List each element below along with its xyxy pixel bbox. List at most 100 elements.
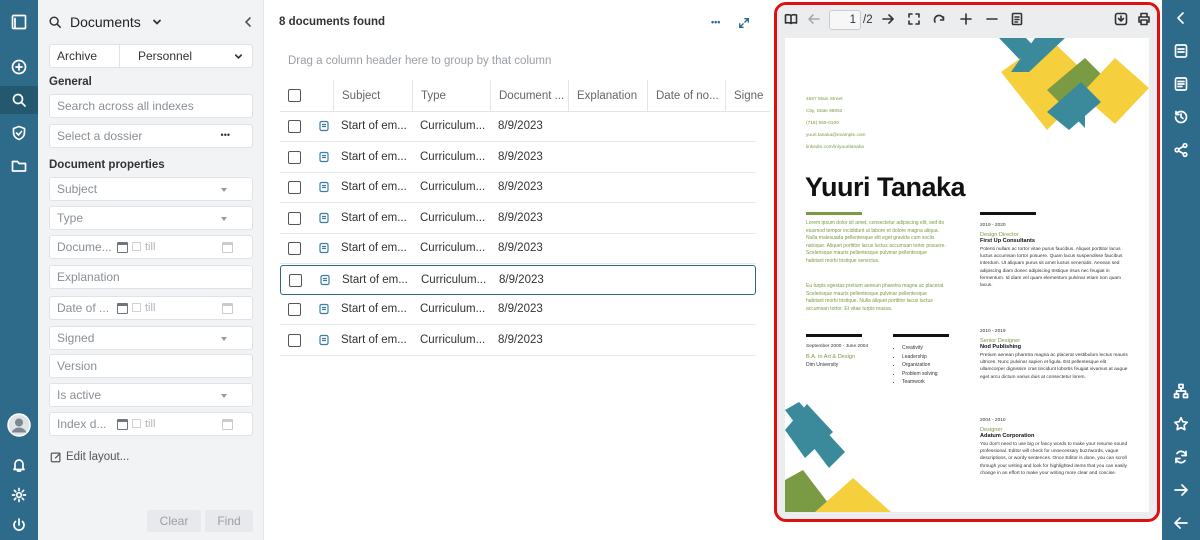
table-row[interactable]: Start of em... Curriculum... 8/9/2023 — [280, 264, 756, 295]
dossier-field[interactable]: Select a dossier ••• — [49, 124, 253, 148]
calendar-icon[interactable] — [222, 242, 233, 253]
skill-item: Problem solving — [902, 370, 938, 379]
next-page-icon[interactable] — [881, 12, 895, 26]
history-icon[interactable] — [1162, 103, 1200, 131]
search-icon[interactable] — [0, 86, 38, 114]
star-icon[interactable] — [1162, 410, 1200, 438]
book-icon[interactable] — [784, 12, 798, 26]
refresh-icon[interactable] — [1162, 443, 1200, 471]
arrow-left-icon[interactable] — [1162, 509, 1200, 537]
checkbox[interactable] — [132, 303, 141, 312]
job-dates: 2019 - 2020 — [980, 223, 1006, 228]
row-checkbox[interactable] — [288, 120, 301, 133]
table-row[interactable]: Start of em... Curriculum... 8/9/2023 — [280, 295, 756, 325]
checkbox[interactable] — [132, 419, 141, 428]
row-checkbox[interactable] — [288, 150, 301, 164]
table-row[interactable]: Start of em... Curriculum... 8/9/2023 — [280, 112, 756, 142]
collapse-panel-icon[interactable] — [242, 16, 254, 28]
column-header-document-date[interactable]: Document ... — [491, 80, 569, 112]
avatar[interactable] — [0, 411, 38, 439]
share-icon[interactable] — [1162, 136, 1200, 164]
chevron-left-icon[interactable] — [1162, 4, 1200, 32]
till-label: till — [145, 302, 156, 314]
column-header-date-of[interactable]: Date of no... — [648, 80, 726, 112]
calendar-icon[interactable] — [117, 303, 128, 314]
zoom-out-icon[interactable] — [985, 12, 999, 26]
skill-item: Teamwork — [902, 378, 938, 387]
document-date-range[interactable]: Docume... till — [49, 235, 253, 259]
panel-header: Documents — [48, 10, 254, 34]
add-icon[interactable] — [0, 53, 38, 81]
subject-field[interactable]: Subject — [49, 177, 253, 201]
clear-button[interactable]: Clear — [147, 510, 201, 532]
previous-page-icon[interactable] — [807, 12, 821, 26]
skills-list: Creativity Leadership Organization Probl… — [902, 344, 938, 387]
power-icon[interactable] — [0, 511, 38, 539]
fit-page-icon[interactable] — [907, 12, 921, 26]
row-checkbox[interactable] — [288, 333, 301, 347]
document-info-icon[interactable] — [1010, 12, 1024, 26]
table-row[interactable]: Start of em... Curriculum... 8/9/2023 — [280, 173, 756, 203]
calendar-icon[interactable] — [117, 242, 128, 253]
arrow-right-icon[interactable] — [1162, 476, 1200, 504]
app-logo-icon[interactable] — [0, 8, 38, 36]
checkbox[interactable] — [132, 242, 141, 251]
find-button[interactable]: Find — [205, 510, 253, 532]
search-input[interactable]: Search across all indexes — [49, 94, 253, 118]
index-date-range[interactable]: Index d... till — [49, 412, 253, 436]
download-icon[interactable] — [1114, 12, 1128, 26]
type-field[interactable]: Type — [49, 206, 253, 230]
row-checkbox[interactable] — [289, 273, 302, 287]
explanation-field[interactable]: Explanation — [49, 265, 253, 289]
document-icon[interactable] — [1162, 37, 1200, 65]
folder-icon[interactable] — [0, 152, 38, 180]
column-header-explanation[interactable]: Explanation — [569, 80, 648, 112]
column-header-signed[interactable]: Signe — [726, 80, 770, 112]
zoom-in-icon[interactable] — [959, 12, 973, 26]
cell-subject: Start of em... — [341, 120, 407, 132]
job-company: Nod Publishing — [980, 344, 1022, 350]
calendar-icon[interactable] — [117, 419, 128, 430]
education-degree: B.A. in Art & Design — [806, 354, 856, 360]
table-row[interactable]: Start of em... Curriculum... 8/9/2023 — [280, 234, 756, 264]
date-of-range[interactable]: Date of ... till — [49, 296, 253, 320]
dossier-placeholder: Select a dossier — [57, 129, 143, 143]
contact-email: yuuri.tanaka@example.com — [806, 133, 866, 138]
row-checkbox[interactable] — [288, 303, 301, 316]
settings-gear-icon[interactable] — [0, 481, 38, 509]
select-all-checkbox[interactable] — [288, 89, 301, 102]
calendar-icon[interactable] — [222, 419, 233, 430]
row-checkbox[interactable] — [288, 211, 301, 225]
more-options-icon[interactable]: ••• — [711, 17, 720, 27]
table-row[interactable]: Start of em... Curriculum... 8/9/2023 — [280, 204, 756, 234]
page-total: /2 — [863, 14, 873, 26]
chevron-down-icon[interactable] — [151, 16, 163, 28]
edit-layout-link[interactable]: Edit layout... — [50, 451, 129, 463]
expand-icon[interactable] — [738, 17, 750, 29]
edit-layout-label: Edit layout... — [66, 451, 130, 463]
row-checkbox[interactable] — [288, 181, 301, 194]
table-row[interactable]: Start of em... Curriculum... 8/9/2023 — [280, 326, 756, 356]
print-icon[interactable] — [1137, 12, 1151, 26]
signed-field[interactable]: Signed — [49, 326, 253, 350]
notes-icon[interactable] — [1162, 70, 1200, 98]
document-type-icon — [319, 303, 329, 315]
row-checkbox[interactable] — [288, 242, 301, 255]
rotate-icon[interactable] — [932, 12, 946, 26]
page-number-input[interactable]: 1 — [829, 10, 861, 30]
column-header-subject[interactable]: Subject — [334, 80, 413, 112]
explanation-placeholder: Explanation — [57, 270, 120, 284]
calendar-icon[interactable] — [222, 303, 233, 314]
edit-icon — [50, 452, 61, 463]
till-label: till — [145, 418, 156, 430]
archive-select[interactable]: Archive Personnel — [49, 44, 253, 68]
version-field[interactable]: Version — [49, 354, 253, 378]
hierarchy-icon[interactable] — [1162, 377, 1200, 405]
is-active-field[interactable]: Is active — [49, 383, 253, 407]
column-header-type[interactable]: Type — [413, 80, 491, 112]
shield-icon[interactable] — [0, 119, 38, 147]
more-options-icon[interactable]: ••• — [221, 130, 230, 140]
table-row[interactable]: Start of em... Curriculum... 8/9/2023 — [280, 143, 756, 173]
bell-icon[interactable] — [0, 451, 38, 479]
job-company: Adatum Corporation — [980, 433, 1035, 439]
